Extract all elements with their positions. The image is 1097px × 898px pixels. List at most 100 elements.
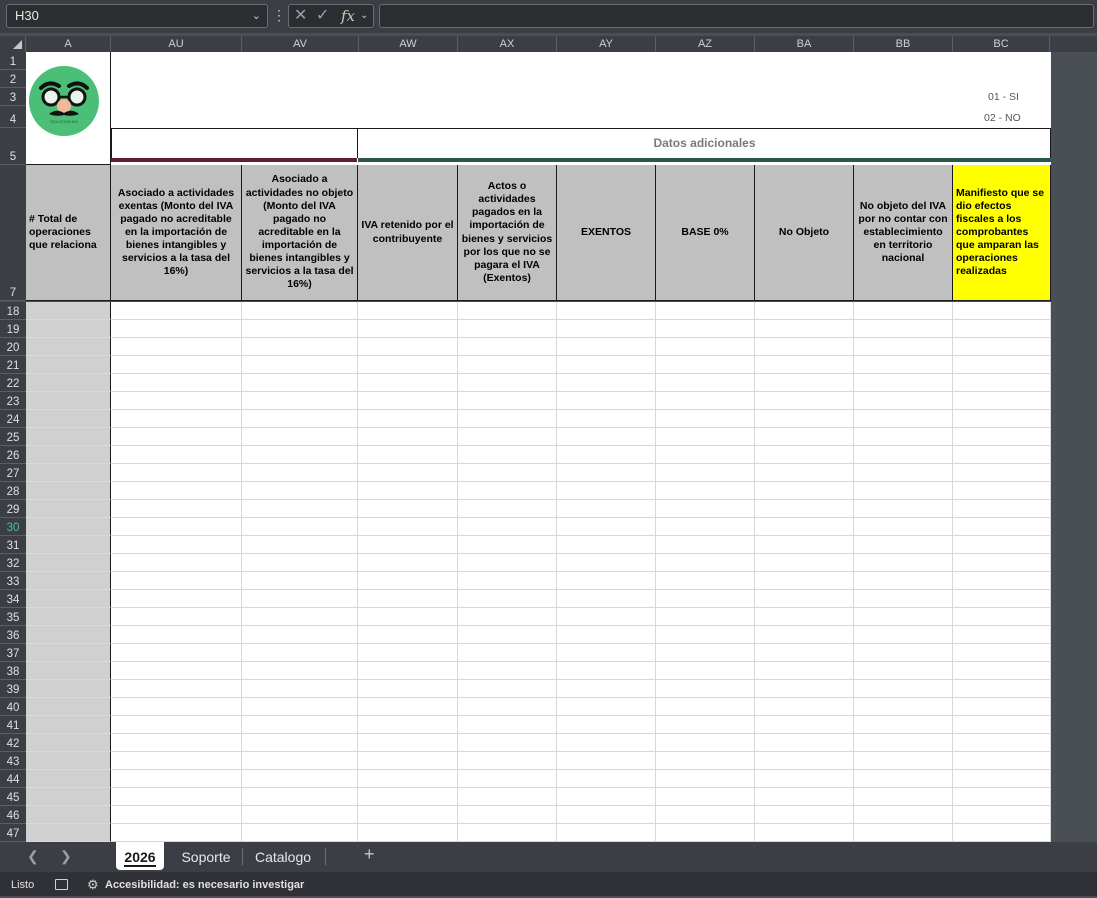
- row-header[interactable]: 2: [0, 70, 26, 88]
- cancel-icon[interactable]: ✕: [294, 5, 307, 27]
- table-cell[interactable]: [242, 392, 358, 410]
- table-cell[interactable]: [656, 626, 755, 644]
- table-cell[interactable]: [458, 716, 557, 734]
- table-cell[interactable]: [458, 608, 557, 626]
- table-cell[interactable]: [854, 752, 953, 770]
- table-cell[interactable]: [111, 464, 242, 482]
- table-cell[interactable]: [854, 788, 953, 806]
- table-cell[interactable]: [755, 320, 854, 338]
- table-cell[interactable]: [242, 338, 358, 356]
- table-cell[interactable]: [953, 608, 1051, 626]
- table-cell[interactable]: [358, 500, 458, 518]
- table-cell[interactable]: [111, 752, 242, 770]
- table-cell[interactable]: [656, 554, 755, 572]
- table-cell[interactable]: [111, 446, 242, 464]
- table-cell[interactable]: [358, 518, 458, 536]
- table-cell[interactable]: [26, 716, 111, 734]
- table-cell[interactable]: [854, 572, 953, 590]
- table-cell[interactable]: [358, 374, 458, 392]
- table-cell[interactable]: [358, 680, 458, 698]
- table-cell[interactable]: [557, 788, 656, 806]
- table-cell[interactable]: [111, 392, 242, 410]
- table-cell[interactable]: [26, 518, 111, 536]
- column-header-az[interactable]: AZ: [656, 36, 755, 52]
- table-cell[interactable]: [458, 374, 557, 392]
- table-cell[interactable]: [854, 662, 953, 680]
- table-cell[interactable]: [358, 734, 458, 752]
- table-cell[interactable]: [557, 608, 656, 626]
- table-cell[interactable]: [458, 464, 557, 482]
- table-cell[interactable]: [458, 554, 557, 572]
- table-cell[interactable]: [111, 644, 242, 662]
- row-header[interactable]: 33: [0, 572, 26, 590]
- table-cell[interactable]: [242, 824, 358, 842]
- table-cell[interactable]: [358, 536, 458, 554]
- table-cell[interactable]: [242, 572, 358, 590]
- table-cell[interactable]: [242, 752, 358, 770]
- table-cell[interactable]: [26, 662, 111, 680]
- table-cell[interactable]: [953, 806, 1051, 824]
- table-cell[interactable]: [111, 410, 242, 428]
- table-cell[interactable]: [111, 536, 242, 554]
- table-cell[interactable]: [242, 590, 358, 608]
- table-cell[interactable]: [458, 410, 557, 428]
- table-cell[interactable]: [755, 626, 854, 644]
- table-cell[interactable]: [111, 518, 242, 536]
- table-cell[interactable]: [358, 608, 458, 626]
- table-cell[interactable]: [458, 572, 557, 590]
- table-cell[interactable]: [656, 536, 755, 554]
- table-cell[interactable]: [111, 824, 242, 842]
- column-header-bb[interactable]: BB: [854, 36, 953, 52]
- table-cell[interactable]: [111, 356, 242, 374]
- table-cell[interactable]: [557, 734, 656, 752]
- chevron-down-icon[interactable]: ⌄: [360, 5, 368, 27]
- table-cell[interactable]: [557, 716, 656, 734]
- table-cell[interactable]: [557, 572, 656, 590]
- table-cell[interactable]: [755, 356, 854, 374]
- table-cell[interactable]: [458, 698, 557, 716]
- table-cell[interactable]: [953, 554, 1051, 572]
- table-cell[interactable]: [242, 680, 358, 698]
- table-cell[interactable]: [656, 662, 755, 680]
- table-cell[interactable]: [242, 806, 358, 824]
- table-cell[interactable]: [358, 752, 458, 770]
- row-header[interactable]: 47: [0, 824, 26, 842]
- table-cell[interactable]: [953, 320, 1051, 338]
- table-cell[interactable]: [953, 734, 1051, 752]
- table-cell[interactable]: [358, 806, 458, 824]
- table-cell[interactable]: [557, 806, 656, 824]
- table-cell[interactable]: [242, 536, 358, 554]
- table-cell[interactable]: [458, 644, 557, 662]
- table-cell[interactable]: [755, 680, 854, 698]
- select-all-button[interactable]: [0, 36, 26, 52]
- table-cell[interactable]: [458, 302, 557, 320]
- table-cell[interactable]: [557, 428, 656, 446]
- table-cell[interactable]: [557, 410, 656, 428]
- header-ay[interactable]: EXENTOS: [557, 165, 656, 301]
- table-cell[interactable]: [557, 464, 656, 482]
- sheet-tab-catalogo[interactable]: Catalogo: [248, 842, 318, 870]
- row-header[interactable]: 23: [0, 392, 26, 410]
- table-cell[interactable]: [358, 788, 458, 806]
- table-cell[interactable]: [854, 356, 953, 374]
- table-cell[interactable]: [26, 626, 111, 644]
- table-cell[interactable]: [953, 374, 1051, 392]
- table-cell[interactable]: [755, 770, 854, 788]
- column-header-av[interactable]: AV: [242, 36, 359, 52]
- table-cell[interactable]: [854, 824, 953, 842]
- table-cell[interactable]: [458, 734, 557, 752]
- table-cell[interactable]: [26, 734, 111, 752]
- table-cell[interactable]: [953, 824, 1051, 842]
- table-cell[interactable]: [656, 644, 755, 662]
- row-header[interactable]: 26: [0, 446, 26, 464]
- table-cell[interactable]: [111, 698, 242, 716]
- table-cell[interactable]: [557, 518, 656, 536]
- table-cell[interactable]: [358, 626, 458, 644]
- table-cell[interactable]: [26, 644, 111, 662]
- table-cell[interactable]: [242, 626, 358, 644]
- table-cell[interactable]: [242, 788, 358, 806]
- table-cell[interactable]: [242, 428, 358, 446]
- table-cell[interactable]: [953, 770, 1051, 788]
- table-cell[interactable]: [854, 590, 953, 608]
- table-cell[interactable]: [656, 338, 755, 356]
